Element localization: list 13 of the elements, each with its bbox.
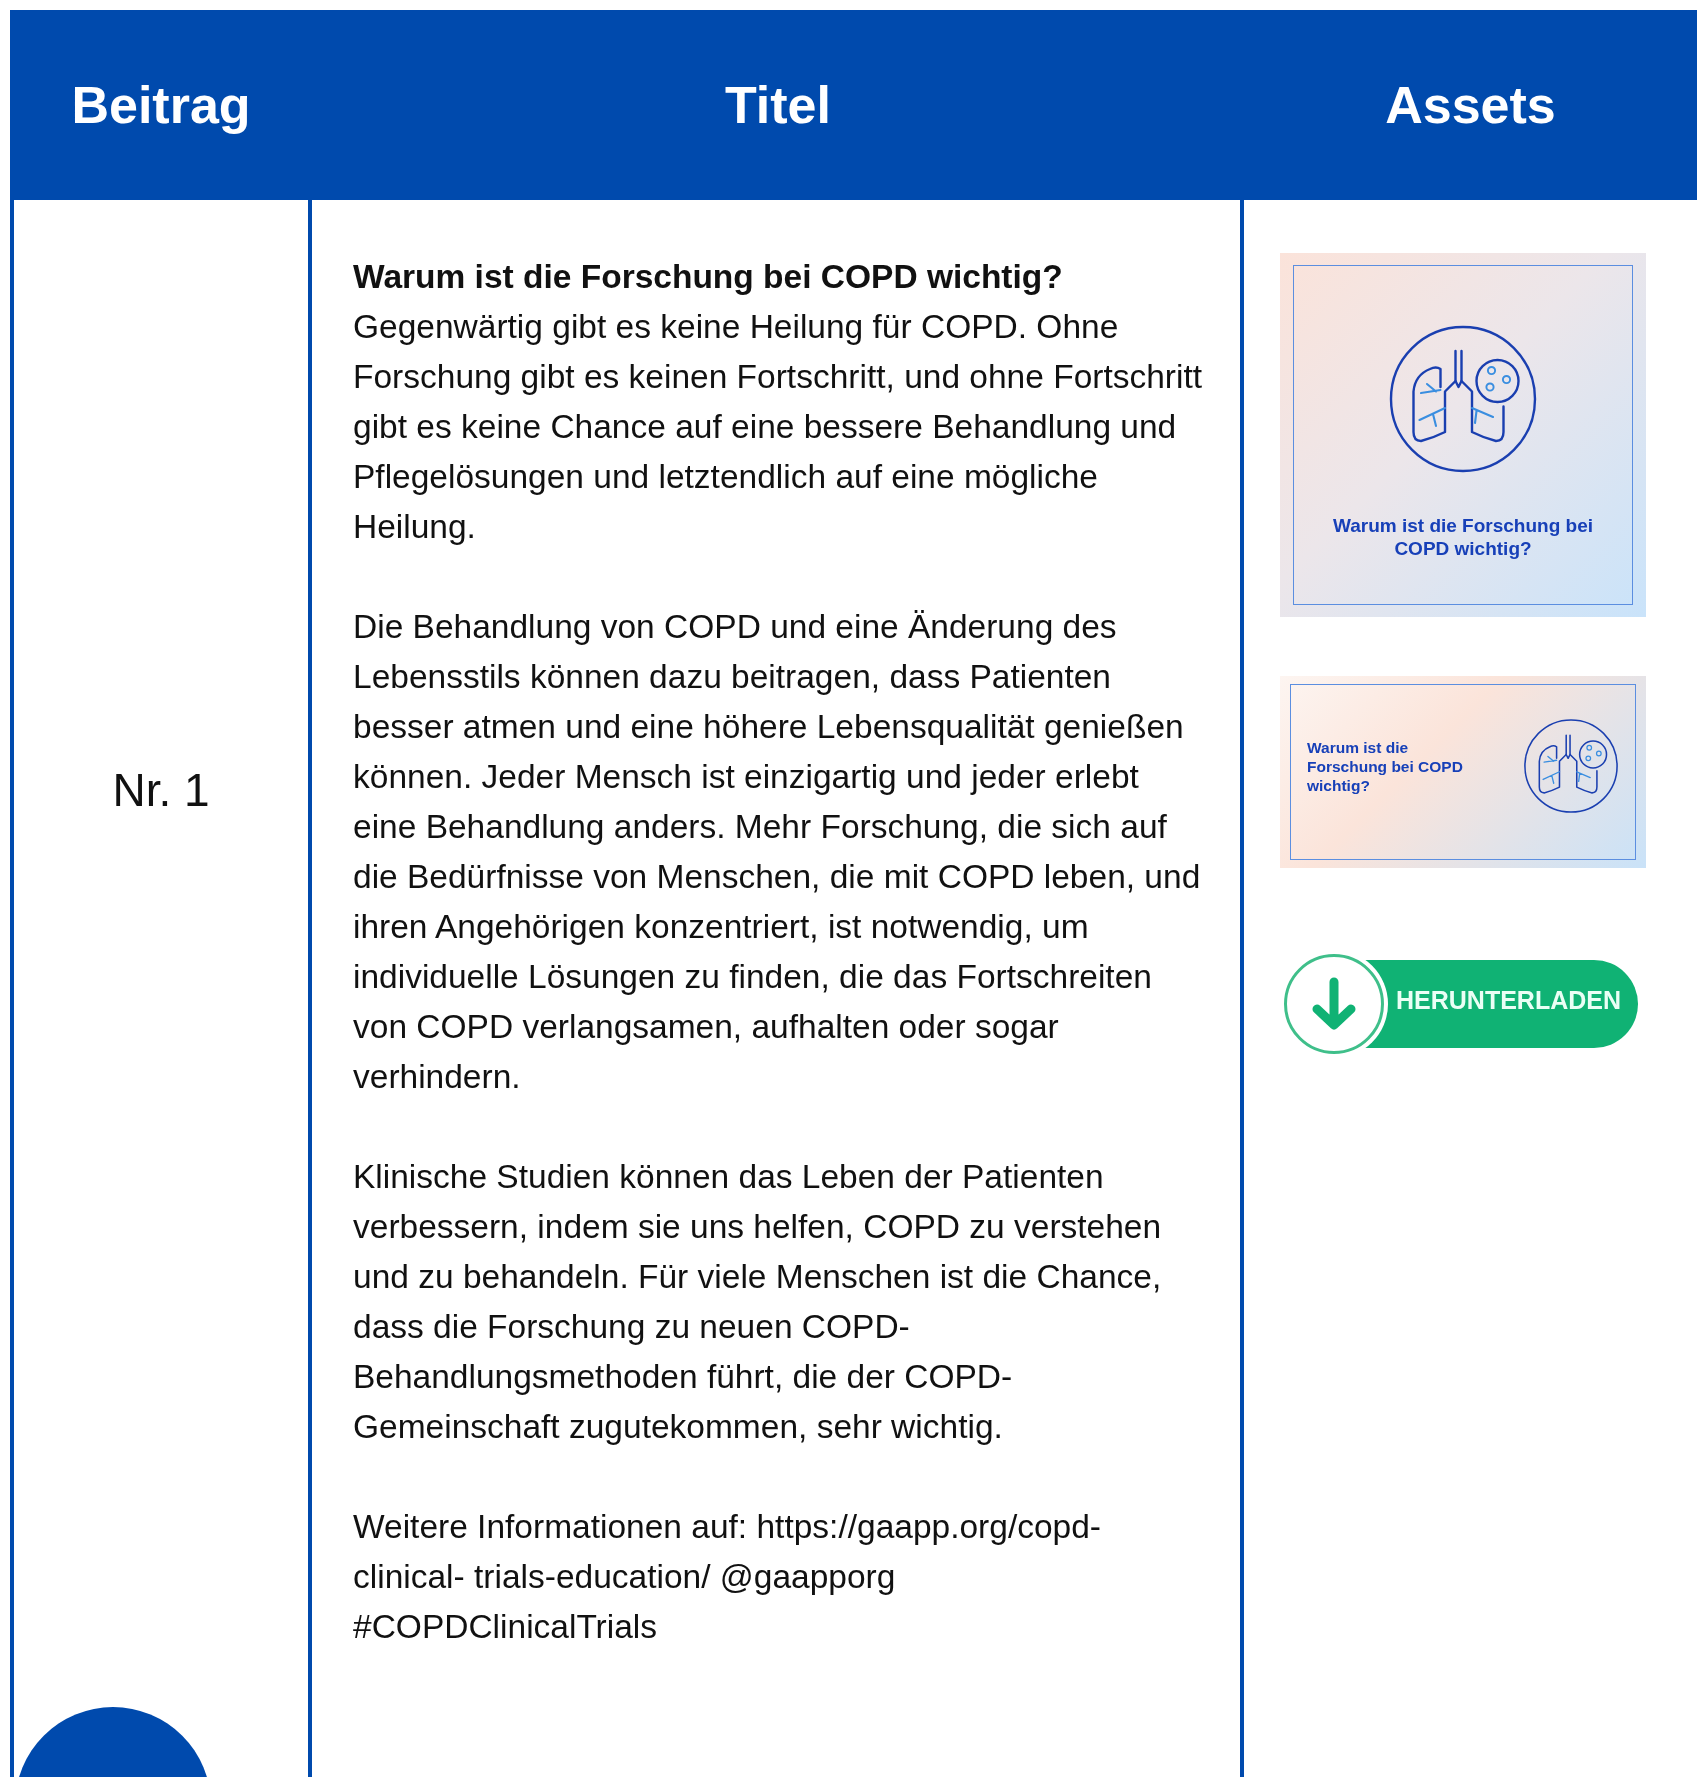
column-header: Beitrag: [71, 75, 251, 135]
image-caption: Warum ist die Forschung bei COPD wichtig?: [1307, 737, 1464, 795]
post-paragraph: Gegenwärtig gibt es keine Heilung für COPD. Ohne Forschung gibt es keinen Fortschritt, und ohne Fortschritt gibt es keine Chance auf eine bessere Behandlung und Pflegelösungen und letztendlich auf eine mögliche Heilung.: [353, 307, 1203, 547]
post-paragraph: Weitere Informationen auf: https://gaapp.org/copd-clinical- trials-education/ @gaapporg #COPDClinicalTrials: [353, 1507, 1102, 1647]
post-number: Nr. 1: [112, 763, 210, 817]
lungs-icon: [1523, 718, 1619, 814]
post-paragraph: Die Behandlung von COPD und eine Änderung des Lebensstils können dazu beitragen, dass Patienten besser atmen und eine höhere Lebensqualität genießen können. Jeder Mensch ist einzigartig und jeder erlebt eine Behandlung anders. Mehr Forschung, die sich auf die Bedürfnisse von Menschen, die mit COPD leben, und ihren Angehörigen konzentriert, ist notwendig, um individuelle Lösungen zu finden, die das Fortschreiten von COPD verlangsamen, aufhalten oder sogar verhindern.: [353, 607, 1202, 1097]
column-header: Titel: [725, 75, 831, 135]
lungs-icon: [1388, 324, 1538, 474]
column-header: Assets: [1385, 75, 1556, 135]
post-heading: Warum ist die Forschung bei COPD wichtig?: [353, 257, 1064, 297]
image-caption: Warum ist die Forschung bei COPD wichtig?: [1331, 514, 1594, 560]
post-paragraph: Klinische Studien können das Leben der Patienten verbessern, indem sie uns helfen, COPD zu verstehen und zu behandeln. Für viele Menschen ist die Chance, dass die Forschung zu neuen COPD-Behandlungsmethoden führt, die der COPD-Gemeinschaft zugutekommen, sehr wichtig.: [353, 1157, 1163, 1447]
